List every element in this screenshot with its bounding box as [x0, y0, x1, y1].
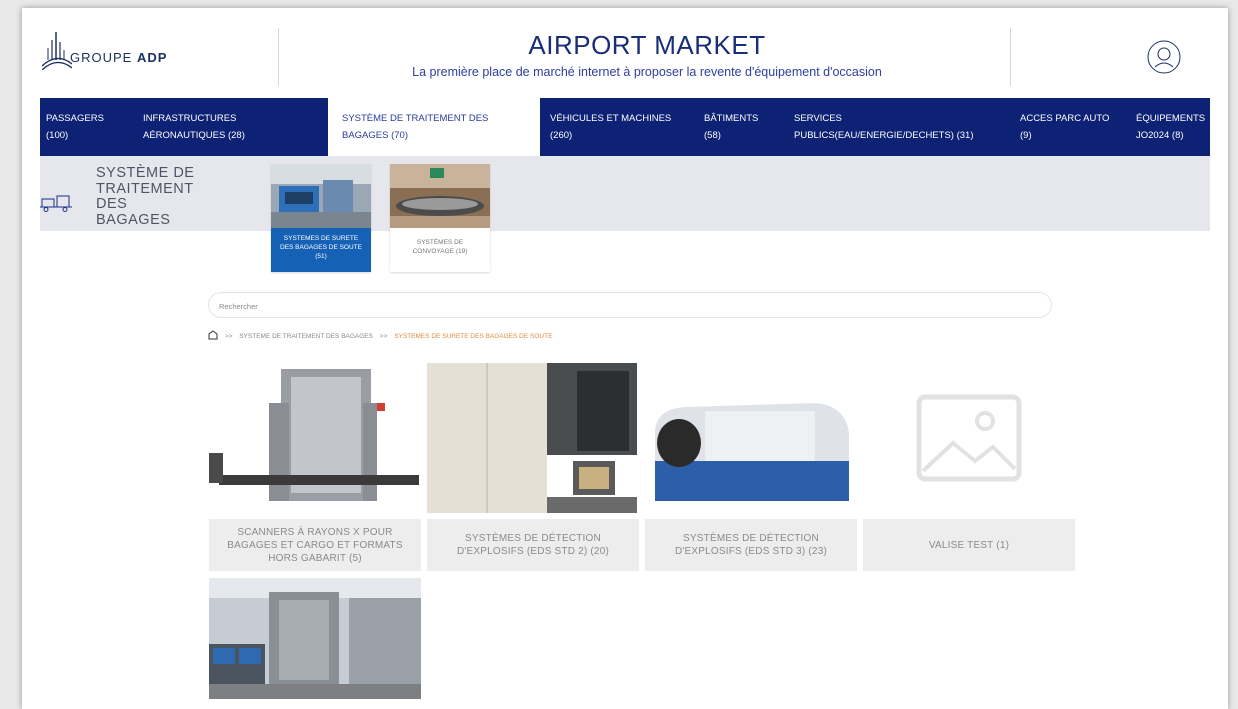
breadcrumb-separator: >> [379, 333, 388, 340]
adp-logo-icon [42, 32, 72, 70]
nav-item-count: PUBLICS(EAU/ENERGIE/DECHETS) (31) [794, 130, 974, 141]
nav-item-acces-parc-auto[interactable]: ACCES PARC AUTO (9) [1020, 110, 1109, 144]
page-title: AIRPORT MARKET [528, 30, 766, 60]
nav-item-equipements-jo2024[interactable]: ÉQUIPEMENTS JO2024 (8) [1136, 110, 1205, 144]
nav-item-infrastructures[interactable]: INFRASTRUCTURES AÉRONAUTIQUES (28) [143, 110, 245, 144]
product-image [645, 363, 857, 519]
search-input[interactable]: Rechercher [208, 292, 1052, 318]
logo-text-bold: ADP [136, 50, 168, 65]
nav-item-systeme-traitement-bagages[interactable]: SYSTÈME DE TRAITEMENT DES BAGAGES (70) [328, 98, 540, 156]
nav-item-count: BAGAGES (70) [342, 130, 408, 141]
product-label: SYSTÈMES DE DÉTECTION D'EXPLOSIFS (EDS S… [645, 519, 857, 571]
user-avatar-icon[interactable] [1147, 40, 1181, 74]
product-card-scanners[interactable]: SCANNERS À RAYONS X POUR BAGAGES ET CARG… [209, 363, 421, 571]
nav-item-vehicules[interactable]: VÉHICULES ET MACHINES (260) [550, 110, 671, 144]
product-card-eds-std2[interactable]: SYSTÈMES DE DÉTECTION D'EXPLOSIFS (EDS S… [427, 363, 639, 571]
breadcrumb: >> SYSTEME DE TRAITEMENT DES BAGAGES >> … [208, 330, 552, 340]
nav-item-passagers[interactable]: PASSAGERS (100) [46, 110, 104, 144]
nav-item-count: AÉRONAUTIQUES (28) [143, 130, 245, 141]
baggage-cart-icon [40, 194, 74, 217]
logo-text: GROUPE ADP [70, 50, 167, 65]
nav-item-batiments[interactable]: BÂTIMENTS (58) [704, 110, 758, 144]
nav-item-count: (260) [550, 130, 573, 141]
product-label: VALISE TEST (1) [863, 519, 1075, 571]
page-subtitle: La première place de marché internet à p… [412, 65, 882, 79]
product-card-valise-test[interactable]: VALISE TEST (1) [863, 363, 1075, 571]
category-title: SYSTÈME DE TRAITEMENT DES BAGAGES [96, 165, 195, 228]
breadcrumb-current: SYSTEMES DE SURETE DES BAGAGES DE SOUTE [394, 333, 553, 340]
subcategory-tile-surete[interactable]: SYSTEMES DE SURETE DES BAGAGES DE SOUTE … [271, 164, 371, 272]
category-title-line: SYSTÈME DE [96, 165, 195, 181]
category-nav: PASSAGERS (100) INFRASTRUCTURES AÉRONAUT… [40, 98, 1210, 156]
nav-item-count: JO2024 (8) [1136, 130, 1184, 141]
nav-item-label: BÂTIMENTS [704, 113, 759, 124]
category-title-line: BAGAGES [96, 211, 171, 228]
breadcrumb-item[interactable]: SYSTEME DE TRAITEMENT DES BAGAGES [239, 333, 373, 340]
nav-item-label: ÉQUIPEMENTS [1136, 113, 1206, 124]
nav-item-count: (100) [46, 130, 69, 141]
logo-text-light: GROUPE [70, 50, 133, 65]
header-divider-left [278, 28, 279, 86]
subcategory-tile-convoyage[interactable]: SYSTÈMES DE CONVOYAGE (19) [390, 164, 490, 272]
nav-item-count: (9) [1020, 130, 1032, 141]
product-image [209, 363, 421, 519]
nav-item-label: SYSTÈME DE TRAITEMENT DES [342, 113, 489, 124]
home-icon[interactable] [208, 330, 218, 340]
nav-item-label: SERVICES [794, 113, 842, 124]
subcategory-label: SYSTEMES DE SURETE DES BAGAGES DE SOUTE … [280, 235, 362, 260]
category-title-line: DES [96, 196, 128, 212]
page-frame: GROUPE ADP AIRPORT MARKET La première pl… [22, 8, 1228, 709]
breadcrumb-separator: >> [224, 333, 233, 340]
nav-item-label: VÉHICULES ET MACHINES [550, 113, 672, 124]
nav-item-label: PASSAGERS [46, 113, 104, 124]
groupe-adp-logo[interactable]: GROUPE ADP [42, 30, 192, 80]
header-divider-right [1010, 28, 1011, 86]
nav-item-count: (58) [704, 130, 721, 141]
image-placeholder-icon [863, 363, 1075, 519]
product-label: SYSTÈMES DE DÉTECTION D'EXPLOSIFS (EDS S… [427, 519, 639, 571]
product-label: SCANNERS À RAYONS X POUR BAGAGES ET CARG… [209, 519, 421, 571]
header: GROUPE ADP AIRPORT MARKET La première pl… [22, 8, 1228, 98]
category-title-line: TRAITEMENT [96, 180, 194, 197]
category-banner [40, 156, 1210, 231]
nav-item-label: INFRASTRUCTURES [143, 113, 237, 124]
subcategory-label: SYSTÈMES DE CONVOYAGE (19) [412, 239, 468, 255]
product-card-eds-std3[interactable]: SYSTÈMES DE DÉTECTION D'EXPLOSIFS (EDS S… [645, 363, 857, 571]
nav-item-services[interactable]: SERVICES PUBLICS(EAU/ENERGIE/DECHETS) (3… [794, 110, 973, 144]
nav-item-label: ACCES PARC AUTO [1020, 113, 1110, 124]
product-image [209, 578, 421, 699]
product-card-unlabeled[interactable] [209, 578, 421, 699]
subcategory-image [271, 164, 371, 228]
product-image [427, 363, 639, 519]
subcategory-image [390, 164, 490, 228]
